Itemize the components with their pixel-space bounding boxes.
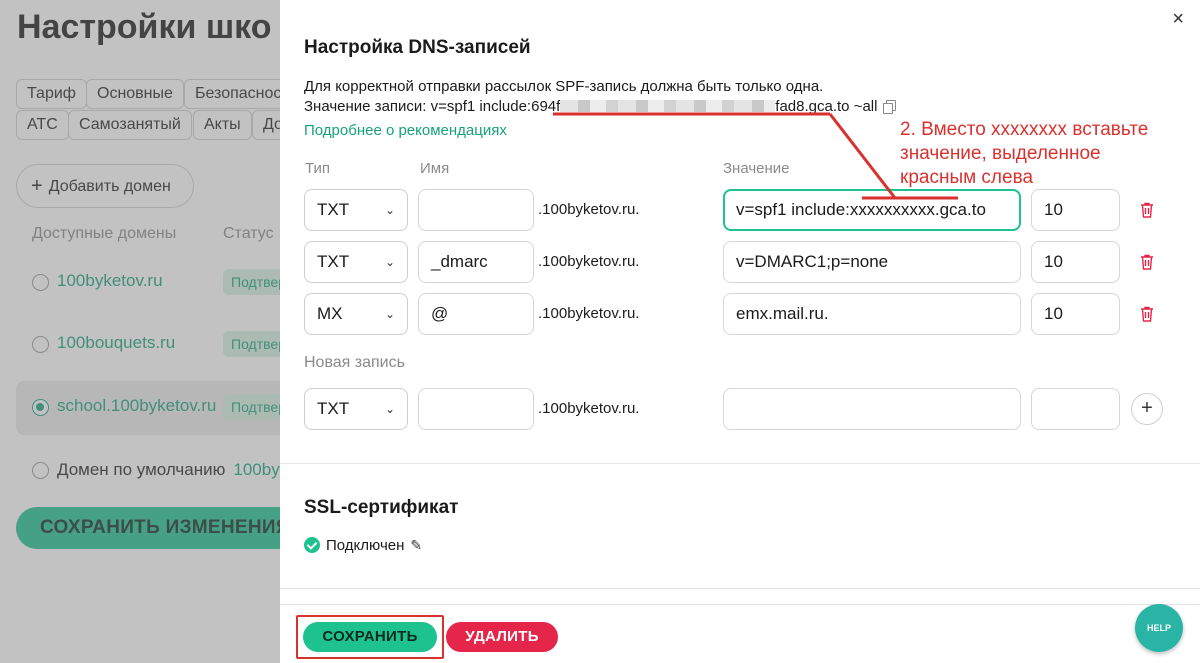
record-ttl-input[interactable]: 10	[1031, 241, 1120, 283]
record-domain-suffix: .100byketov.ru.	[538, 253, 640, 270]
spf-value-prefix: Значение записи: v=spf1 include:694f	[304, 98, 561, 115]
record-type-value: TXT	[317, 252, 350, 271]
record-type-value: TXT	[317, 200, 350, 219]
trash-icon[interactable]	[1140, 254, 1154, 270]
chevron-down-icon: ⌄	[384, 402, 395, 416]
dns-section-title: Настройка DNS-записей	[304, 37, 531, 58]
new-record-ttl-input[interactable]	[1031, 388, 1120, 430]
spf-value-suffix: fad8.gca.to ~all	[775, 98, 878, 115]
record-value-input[interactable]: v=DMARC1;p=none	[723, 241, 1021, 283]
check-circle-icon	[304, 537, 320, 553]
chevron-down-icon: ⌄	[384, 203, 395, 217]
record-ttl-input[interactable]: 10	[1031, 189, 1120, 231]
record-name-input[interactable]	[418, 189, 534, 231]
chevron-down-icon: ⌄	[384, 255, 395, 269]
new-record-label: Новая запись	[304, 354, 405, 371]
record-domain-suffix: .100byketov.ru.	[538, 201, 640, 218]
new-record-name-input[interactable]	[418, 388, 534, 430]
add-record-button[interactable]: +	[1131, 393, 1163, 425]
name-column-header: Имя	[420, 160, 450, 177]
ssl-status-text: Подключен	[326, 537, 405, 554]
trash-icon[interactable]	[1140, 202, 1154, 218]
recommendations-link[interactable]: Подробнее о рекомендациях	[304, 122, 507, 139]
spf-value-line: Значение записи: v=spf1 include:694f fad8…	[304, 98, 897, 115]
blurred-value	[560, 100, 776, 112]
record-type-value: TXT	[317, 399, 350, 418]
record-name-input[interactable]: _dmarc	[418, 241, 534, 283]
new-record-type-select[interactable]: TXT ⌄	[304, 388, 408, 430]
record-value-input[interactable]: emx.mail.ru.	[723, 293, 1021, 335]
spf-note: Для корректной отправки рассылок SPF-зап…	[304, 78, 824, 95]
delete-button[interactable]: УДАЛИТЬ	[446, 622, 558, 652]
ssl-section-title: SSL-сертификат	[304, 497, 459, 518]
record-type-select[interactable]: TXT ⌄	[304, 189, 408, 231]
pencil-icon[interactable]: ✎	[410, 537, 422, 554]
value-column-header: Значение	[723, 160, 790, 177]
highlight-box-save	[296, 615, 444, 659]
record-value-input[interactable]: v=spf1 include:xxxxxxxxxx.gca.to	[723, 189, 1021, 231]
new-record-value-input[interactable]	[723, 388, 1021, 430]
chevron-down-icon: ⌄	[384, 307, 395, 321]
dns-settings-panel: × Настройка DNS-записей Для корректной о…	[280, 0, 1200, 663]
type-column-header: Тип	[305, 160, 331, 177]
section-divider	[280, 463, 1200, 464]
footer-divider	[280, 604, 1200, 605]
record-domain-suffix: .100byketov.ru.	[538, 400, 640, 417]
record-ttl-input[interactable]: 10	[1031, 293, 1120, 335]
help-label: HELP	[1146, 623, 1171, 633]
record-domain-suffix: .100byketov.ru.	[538, 305, 640, 322]
record-name-input[interactable]: @	[418, 293, 534, 335]
ssl-status: Подключен ✎	[304, 537, 422, 554]
section-divider	[280, 588, 1200, 589]
annotation-text: 2. Вместо xxxxxxxx вставьте значение, вы…	[900, 119, 1149, 188]
trash-icon[interactable]	[1140, 306, 1154, 322]
record-type-value: MX	[317, 304, 343, 323]
record-type-select[interactable]: TXT ⌄	[304, 241, 408, 283]
help-button[interactable]: HELP	[1135, 604, 1183, 652]
copy-icon[interactable]	[883, 100, 897, 114]
record-type-select[interactable]: MX ⌄	[304, 293, 408, 335]
close-icon[interactable]: ×	[1172, 8, 1184, 31]
